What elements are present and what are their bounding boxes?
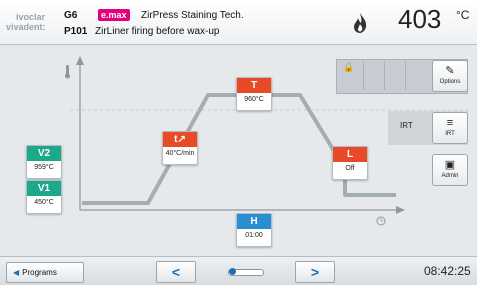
irt-button[interactable]: ≡ IRT — [432, 112, 468, 144]
param-long-cooling-value: Off — [345, 165, 355, 172]
chevron-right-icon: > — [310, 264, 320, 280]
left-triangle-icon: ◀ — [13, 268, 20, 277]
key-cell — [405, 61, 426, 90]
logo-text-1: ivoclar — [16, 12, 46, 22]
options-button[interactable]: ✎ Options — [432, 60, 468, 92]
x-axis-arrow — [396, 206, 405, 214]
param-long-cooling-button[interactable]: L Off — [332, 146, 368, 180]
program-number: P101 — [64, 26, 88, 37]
param-heat-rate-value: 40°C/min — [165, 150, 195, 157]
chevron-left-icon: < — [171, 264, 181, 280]
irt-icon: ≡ — [446, 117, 454, 129]
key-grid — [342, 61, 428, 90]
current-temperature: 403 — [398, 4, 442, 34]
key-cell — [384, 61, 406, 90]
param-long-cooling-label: L — [333, 147, 367, 162]
temperature-unit: °C — [456, 8, 470, 22]
param-holding-temp-value: 960°C — [244, 96, 264, 103]
irt-button-label: IRT — [445, 131, 455, 137]
param-v2-button[interactable]: V2 959°C — [26, 145, 62, 179]
programs-label: Programs — [22, 268, 57, 277]
brand-badge: e.max — [98, 9, 130, 21]
program-code: G6 — [64, 10, 78, 21]
program-description: ZirLiner firing before wax-up — [95, 26, 220, 37]
clock-axis-icon — [376, 216, 386, 226]
prev-page-button[interactable]: < — [156, 261, 196, 283]
param-holding-temp-label: T — [237, 78, 271, 93]
next-page-button[interactable]: > — [295, 261, 335, 283]
param-holding-time-value: 01:00 — [245, 232, 263, 239]
param-v1-button[interactable]: V1 450°C — [26, 180, 62, 214]
param-v1-label: V1 — [27, 181, 61, 196]
param-v2-label: V2 — [27, 146, 61, 161]
param-heat-rate-button[interactable]: t↗ 40°C/min — [162, 131, 198, 165]
monitor-icon: ▣ — [444, 159, 456, 171]
page-indicator-dot — [229, 268, 236, 275]
irt-text: IRT — [400, 121, 413, 130]
param-v1-value: 450°C — [34, 199, 54, 206]
param-holding-time-label: H — [237, 214, 271, 229]
ivoclar-logo: ivoclar vivadent: — [6, 8, 60, 38]
programs-button[interactable]: ◀ Programs — [6, 262, 84, 283]
options-label: Options — [439, 79, 461, 85]
flame-icon — [354, 13, 367, 33]
param-v2-value: 959°C — [34, 164, 54, 171]
param-holding-temp-button[interactable]: T 960°C — [236, 77, 272, 111]
key-cell — [363, 61, 385, 90]
thermometer-icon — [65, 65, 70, 79]
admin-button[interactable]: ▣ Admin — [432, 154, 468, 186]
lock-icon: 🔒 — [343, 62, 355, 72]
clock-time: 08:42:25 — [424, 264, 471, 278]
param-heat-rate-label: t↗ — [163, 132, 197, 147]
admin-label: Admin — [441, 173, 459, 179]
pen-icon: ✎ — [445, 65, 455, 77]
program-title: ZirPress Staining Tech. — [141, 10, 244, 21]
y-axis-arrow — [76, 56, 84, 65]
param-holding-time-button[interactable]: H 01:00 — [236, 213, 272, 247]
logo-text-2: vivadent: — [6, 22, 46, 32]
